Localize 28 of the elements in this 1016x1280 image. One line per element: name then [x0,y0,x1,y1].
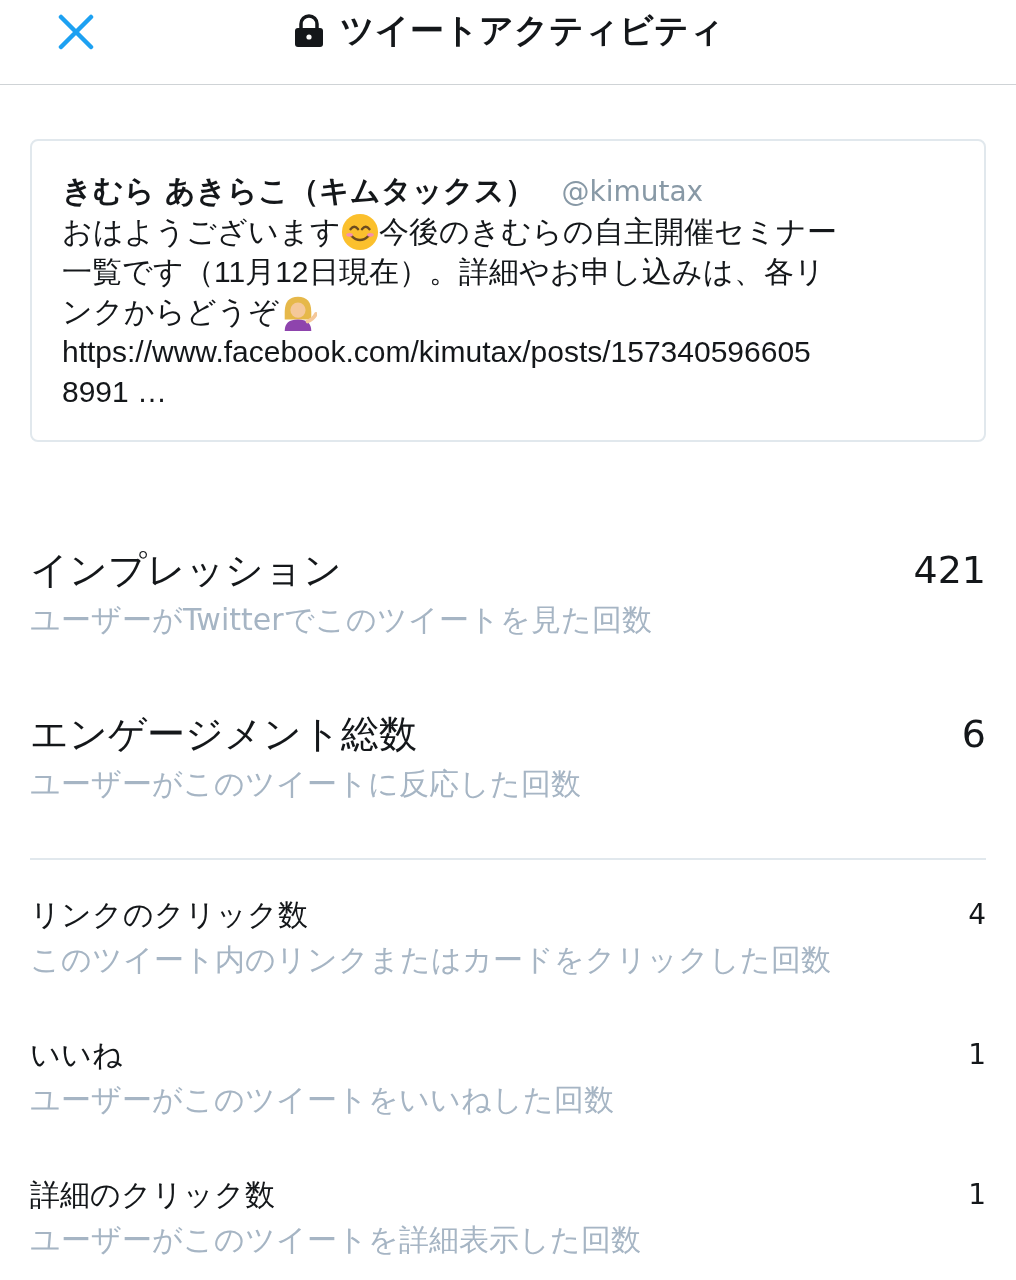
metric-label: インプレッション [30,547,343,594]
close-button[interactable] [56,12,96,52]
metric-value: 1 [968,1177,986,1213]
metric-description: ユーザーがこのツイートに反応した回数 [30,765,581,803]
metric-value: 6 [961,711,986,758]
metric-description: このツイート内のリンクまたはカードをクリックした回数 [30,941,831,979]
metric-value: 4 [968,897,986,933]
tweet-text: https://www.facebook.com/kimutax/posts/157340596605 [62,334,811,370]
tweet-text: 今後のきむらの自主開催セミナー [379,214,837,250]
author-name: きむら あきらこ（キムタックス） [62,172,536,210]
metric-description: ユーザーがこのツイートをいいねした回数 [30,1081,614,1119]
tweet-text: ンクからどうぞ [62,294,279,330]
author-handle: @kimutax [561,175,704,208]
window-title: ツイートアクティビティ [340,9,724,52]
metric-description: ユーザーがTwitterでこのツイートを見た回数 [30,601,652,639]
metric-label: いいね [30,1036,124,1074]
metric-description: ユーザーがこのツイートを詳細表示した回数 [30,1221,641,1259]
metric-value: 1 [968,1037,986,1073]
tweet-text: 8991 … [62,374,168,410]
tweet-text: 一覧です（11月12日現在）。詳細やお申し込みは、各リ [62,254,825,290]
metric-label: エンゲージメント総数 [30,711,418,758]
metric-label: 詳細のクリック数 [30,1176,276,1214]
metric-value: 421 [913,547,986,594]
smiley-icon [341,213,379,251]
lock-icon [292,14,326,48]
close-icon [58,14,94,50]
tweet-text: おはようございます [62,214,341,250]
metric-label: リンクのクリック数 [30,896,309,934]
